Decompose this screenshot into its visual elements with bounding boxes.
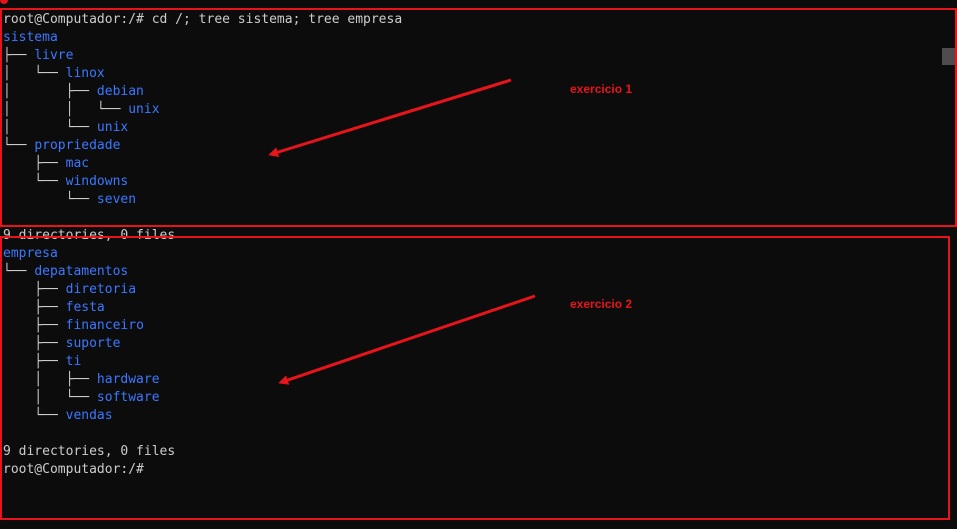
exercise-1-arrow xyxy=(268,78,512,158)
exercise-2-arrow xyxy=(278,294,536,385)
arrow-annotations xyxy=(268,78,536,385)
terminal-window[interactable]: root@Computador:/# cd /; tree sistema; t… xyxy=(0,0,957,529)
